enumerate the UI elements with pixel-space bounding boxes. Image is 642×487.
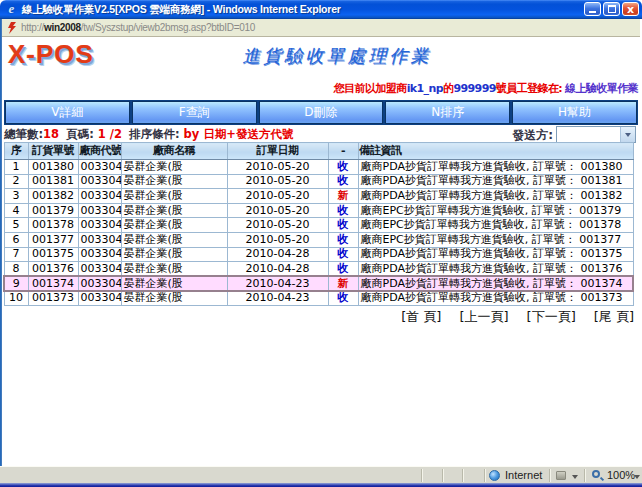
- chevron-down-icon[interactable]: [620, 127, 635, 142]
- table-row[interactable]: 3 001382 003304 晏群企業(股 2010-05-20 新 廠商PD…: [4, 189, 633, 204]
- query-button[interactable]: F查詢: [132, 101, 257, 124]
- status-badge: 收: [338, 160, 349, 173]
- protected-mode-dropdown-icon[interactable]: [572, 475, 578, 482]
- table-row[interactable]: 4 001379 003304 晏群企業(股 2010-05-20 收 廠商EP…: [4, 203, 633, 218]
- sort-button[interactable]: N排序: [385, 101, 510, 124]
- toolbar: V詳細 F查詢 D刪除 N排序 H幫助: [4, 100, 638, 125]
- col-order-no: 訂貨單號: [28, 143, 78, 160]
- table-row[interactable]: 8 001376 003304 晏群企業(股 2010-04-28 收 廠商PD…: [4, 262, 633, 277]
- help-button[interactable]: H幫助: [512, 101, 637, 124]
- sort-value: 日期+發送方代號: [203, 127, 293, 141]
- sender-label: 發送方:: [512, 127, 553, 143]
- status-badge: 收: [338, 218, 349, 231]
- next-page-link[interactable]: [下一頁]: [527, 309, 576, 324]
- sort-by: by: [184, 127, 200, 141]
- login-message: 您目前以加盟商ik1_np的999999號員工登錄在: 線上驗收單作業: [334, 82, 638, 96]
- page-title: 進貨驗收單處理作業: [122, 45, 552, 67]
- info-bar: 總筆數:18 頁碼: 1 /2 排序條件: by 日期+發送方代號 發送方:: [4, 126, 638, 143]
- table-row[interactable]: 2 001381 003304 晏群企業(股 2010-05-20 收 廠商PD…: [4, 174, 633, 189]
- page-value: 1 /2: [98, 127, 122, 141]
- col-order-date: 訂單日期: [227, 143, 328, 160]
- col-remark: 備註資訊: [358, 143, 633, 160]
- last-page-link[interactable]: [尾 頁]: [594, 309, 634, 324]
- status-badge: 收: [338, 291, 349, 304]
- page-error-icon: [7, 22, 16, 34]
- table-row[interactable]: 7 001375 003304 晏群企業(股 2010-04-28 收 廠商PD…: [4, 247, 633, 262]
- status-badge: 收: [338, 247, 349, 260]
- col-vendor-name: 廠商名稱: [121, 143, 227, 160]
- protected-mode-icon: [556, 471, 566, 480]
- url-text: http://win2008/tw/Syszstup/viewb2bmsg.as…: [21, 22, 255, 33]
- delete-button[interactable]: D刪除: [259, 101, 384, 124]
- internet-zone-icon: [489, 470, 500, 481]
- address-bar[interactable]: http://win2008/tw/Syszstup/viewb2bmsg.as…: [2, 19, 640, 37]
- prev-page-link[interactable]: [上一頁]: [459, 309, 508, 324]
- table-row[interactable]: 9 001374 003304 晏群企業(股 2010-04-23 新 廠商PD…: [4, 276, 633, 291]
- page-label: 頁碼:: [66, 127, 94, 141]
- zoom-level[interactable]: 100%: [607, 469, 635, 482]
- page-content: X-POS 進貨驗收單處理作業 您目前以加盟商ik1_np的999999號員工登…: [2, 37, 640, 466]
- table-row[interactable]: 5 001378 003304 晏群企業(股 2010-05-20 收 廠商EP…: [4, 218, 633, 233]
- zone-label: Internet: [505, 469, 542, 482]
- total-label: 總筆數:: [4, 127, 43, 141]
- table-header-row: 序 訂貨單號 廠商代號 廠商名稱 訂單日期 - 備註資訊: [4, 143, 633, 160]
- sort-label: 排序條件:: [129, 127, 180, 141]
- xpos-logo: X-POS: [8, 42, 94, 66]
- table-row[interactable]: 6 001377 003304 晏群企業(股 2010-05-20 收 廠商EP…: [4, 232, 633, 247]
- status-bar: Internet 100%: [0, 466, 642, 483]
- pagination: [首 頁] [上一頁] [下一頁] [尾 頁]: [383, 309, 634, 324]
- table-row[interactable]: 10 001373 003304 晏群企業(股 2010-04-23 收 廠商P…: [4, 291, 633, 306]
- col-seq: 序: [4, 143, 28, 160]
- close-button[interactable]: x: [622, 2, 639, 16]
- status-badge: 收: [338, 233, 349, 246]
- window-border-bottom: [0, 483, 642, 487]
- window-title: 線上驗收單作業V2.5[XPOS 雲端商務網] - Windows Intern…: [22, 3, 341, 17]
- col-vendor-code: 廠商代號: [78, 143, 121, 160]
- total-value: 18: [43, 127, 59, 141]
- minimize-button[interactable]: [584, 2, 601, 16]
- status-badge: 收: [338, 174, 349, 187]
- first-page-link[interactable]: [首 頁]: [401, 309, 441, 324]
- ie-icon: e: [5, 3, 18, 16]
- status-badge: 收: [338, 262, 349, 275]
- maximize-button[interactable]: [603, 2, 620, 16]
- status-badge: 新: [338, 189, 349, 202]
- table-row[interactable]: 1 001380 003304 晏群企業(股 2010-05-20 收 廠商PD…: [4, 160, 633, 175]
- zoom-icon: [592, 470, 600, 478]
- title-bar[interactable]: e 線上驗收單作業V2.5[XPOS 雲端商務網] - Windows Inte…: [0, 0, 642, 19]
- zoom-dropdown-icon[interactable]: [634, 475, 640, 482]
- ie-window: e 線上驗收單作業V2.5[XPOS 雲端商務網] - Windows Inte…: [0, 0, 642, 487]
- col-status: -: [328, 143, 358, 160]
- detail-button[interactable]: V詳細: [5, 101, 130, 124]
- status-badge: 收: [338, 204, 349, 217]
- status-badge: 新: [338, 277, 349, 290]
- sender-select[interactable]: [556, 126, 636, 143]
- orders-table: 序 訂貨單號 廠商代號 廠商名稱 訂單日期 - 備註資訊 1 001380 00…: [3, 142, 634, 306]
